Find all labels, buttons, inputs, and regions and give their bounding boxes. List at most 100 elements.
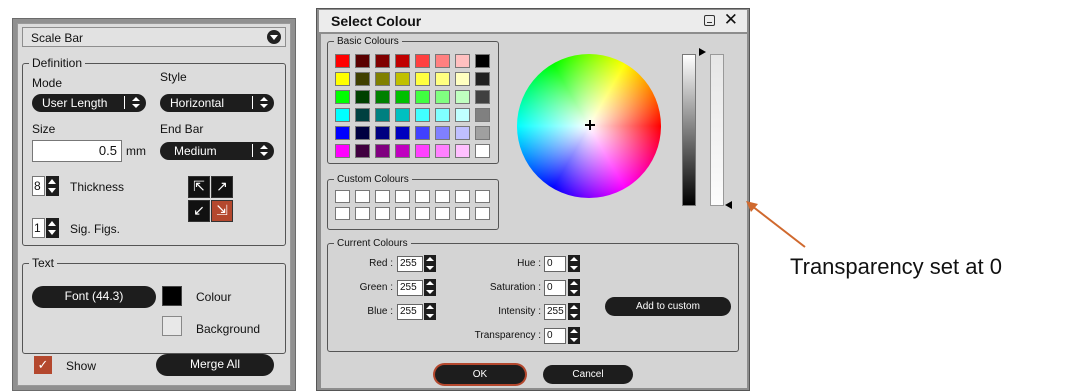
thickness-input[interactable]: 8 [32, 176, 45, 196]
intensity-slider[interactable] [682, 54, 696, 206]
basic-colour-swatch[interactable] [435, 144, 450, 158]
custom-colour-slot[interactable] [455, 190, 470, 203]
red-input[interactable]: 255 [397, 256, 423, 272]
basic-colour-swatch[interactable] [375, 54, 390, 68]
basic-colour-swatch[interactable] [455, 126, 470, 140]
basic-colour-swatch[interactable] [335, 72, 350, 86]
basic-colour-swatch[interactable] [455, 72, 470, 86]
basic-colour-swatch[interactable] [455, 90, 470, 104]
basic-colour-swatch[interactable] [415, 108, 430, 122]
colour-swatch[interactable] [162, 286, 182, 306]
custom-colour-slot[interactable] [415, 207, 430, 220]
thickness-stepper[interactable] [46, 176, 59, 196]
add-to-custom-button[interactable]: Add to custom [605, 297, 731, 316]
basic-colour-swatch[interactable] [335, 144, 350, 158]
basic-colour-swatch[interactable] [335, 90, 350, 104]
basic-colour-swatch[interactable] [355, 126, 370, 140]
basic-colour-swatch[interactable] [435, 54, 450, 68]
intensity-input[interactable]: 255 [544, 304, 566, 320]
basic-colour-swatch[interactable] [435, 72, 450, 86]
end-style-top-right-button[interactable]: ↗ [211, 176, 233, 198]
basic-colour-swatch[interactable] [375, 108, 390, 122]
transparency-stepper[interactable] [568, 327, 580, 344]
hue-input[interactable]: 0 [544, 256, 566, 272]
basic-colour-swatch[interactable] [475, 90, 490, 104]
basic-colour-swatch[interactable] [415, 144, 430, 158]
basic-colour-swatch[interactable] [475, 126, 490, 140]
transparency-input[interactable]: 0 [544, 328, 566, 344]
end-bar-select[interactable]: Medium [160, 142, 274, 160]
basic-colour-swatch[interactable] [355, 108, 370, 122]
basic-colour-swatch[interactable] [475, 72, 490, 86]
basic-colour-swatch[interactable] [395, 126, 410, 140]
scale-bar-header[interactable]: Scale Bar [22, 27, 286, 47]
basic-colour-swatch[interactable] [435, 108, 450, 122]
mode-select[interactable]: User Length [32, 94, 146, 112]
basic-colour-swatch[interactable] [395, 54, 410, 68]
basic-colour-swatch[interactable] [355, 90, 370, 104]
show-checkbox[interactable]: ✓ [34, 356, 52, 374]
saturation-stepper[interactable] [568, 279, 580, 296]
custom-colour-slot[interactable] [335, 190, 350, 203]
green-input[interactable]: 255 [397, 280, 423, 296]
custom-colour-slot[interactable] [375, 190, 390, 203]
basic-colour-swatch[interactable] [415, 90, 430, 104]
basic-colour-swatch[interactable] [395, 144, 410, 158]
end-style-bottom-left-button[interactable]: ↙ [188, 200, 210, 222]
hue-stepper[interactable] [568, 255, 580, 272]
custom-colour-slot[interactable] [355, 207, 370, 220]
saturation-input[interactable]: 0 [544, 280, 566, 296]
sig-figs-stepper[interactable] [46, 218, 59, 238]
basic-colour-swatch[interactable] [375, 126, 390, 140]
green-stepper[interactable] [424, 279, 436, 296]
custom-colour-slot[interactable] [415, 190, 430, 203]
custom-colour-slot[interactable] [335, 207, 350, 220]
custom-colour-slot[interactable] [355, 190, 370, 203]
basic-colour-swatch[interactable] [375, 72, 390, 86]
red-stepper[interactable] [424, 255, 436, 272]
basic-colour-swatch[interactable] [455, 144, 470, 158]
custom-colour-slot[interactable] [475, 207, 490, 220]
basic-colour-swatch[interactable] [395, 90, 410, 104]
font-button[interactable]: Font (44.3) [32, 286, 156, 308]
custom-colour-slot[interactable] [395, 207, 410, 220]
close-icon[interactable]: ✕ [724, 10, 738, 30]
basic-colour-swatch[interactable] [455, 54, 470, 68]
custom-colour-slot[interactable] [395, 190, 410, 203]
end-style-bottom-right-button[interactable]: ⇲ [211, 200, 233, 222]
custom-colour-slot[interactable] [455, 207, 470, 220]
basic-colour-swatch[interactable] [395, 108, 410, 122]
basic-colour-swatch[interactable] [435, 126, 450, 140]
end-style-top-left-button[interactable]: ⇱ [188, 176, 210, 198]
colour-wheel[interactable] [517, 54, 661, 198]
size-input[interactable]: 0.5 [32, 140, 122, 162]
basic-colour-swatch[interactable] [415, 54, 430, 68]
basic-colour-swatch[interactable] [355, 54, 370, 68]
basic-colour-swatch[interactable] [375, 90, 390, 104]
custom-colour-slot[interactable] [435, 207, 450, 220]
blue-stepper[interactable] [424, 303, 436, 320]
custom-colour-slot[interactable] [375, 207, 390, 220]
cancel-button[interactable]: Cancel [543, 365, 633, 384]
sig-figs-input[interactable]: 1 [32, 218, 45, 238]
merge-all-button[interactable]: Merge All [156, 354, 274, 376]
basic-colour-swatch[interactable] [435, 90, 450, 104]
basic-colour-swatch[interactable] [475, 54, 490, 68]
dialog-title-bar[interactable]: Select Colour ✕ [319, 10, 747, 32]
transparency-slider[interactable] [710, 54, 724, 206]
basic-colour-swatch[interactable] [415, 126, 430, 140]
basic-colour-swatch[interactable] [375, 144, 390, 158]
basic-colour-swatch[interactable] [335, 126, 350, 140]
ok-button[interactable]: OK [435, 365, 525, 384]
basic-colour-swatch[interactable] [455, 108, 470, 122]
blue-input[interactable]: 255 [397, 304, 423, 320]
basic-colour-swatch[interactable] [335, 108, 350, 122]
collapse-icon[interactable] [267, 30, 281, 44]
intensity-stepper[interactable] [568, 303, 580, 320]
custom-colour-slot[interactable] [475, 190, 490, 203]
basic-colour-swatch[interactable] [335, 54, 350, 68]
basic-colour-swatch[interactable] [355, 72, 370, 86]
background-swatch[interactable] [162, 316, 182, 336]
basic-colour-swatch[interactable] [355, 144, 370, 158]
custom-colour-slot[interactable] [435, 190, 450, 203]
